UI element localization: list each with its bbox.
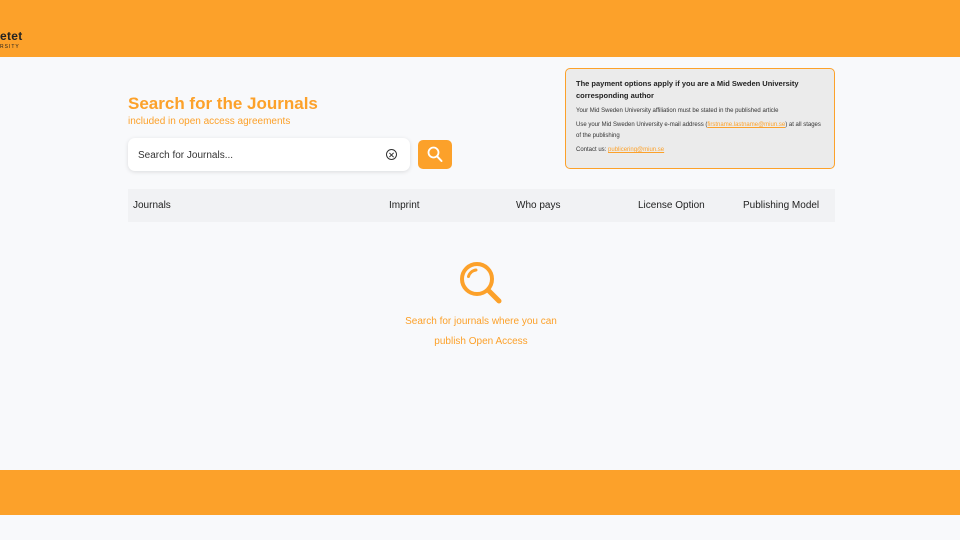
search-input[interactable] bbox=[138, 145, 378, 165]
column-header-license-option[interactable]: License Option bbox=[638, 200, 705, 211]
empty-state-line-2: publish Open Access bbox=[434, 336, 528, 347]
footer-bar bbox=[0, 470, 960, 515]
page-subtitle: included in open access agreements bbox=[128, 116, 291, 127]
info-contact-prefix: Contact us: bbox=[576, 147, 609, 153]
column-header-journals[interactable]: Journals bbox=[133, 200, 171, 211]
contact-email-link[interactable]: publicering@miun.se bbox=[608, 147, 664, 153]
page-title: Search for the Journals bbox=[128, 94, 318, 113]
clear-icon[interactable] bbox=[386, 149, 397, 160]
info-contact-text: Contact us: publicering@miun.se bbox=[576, 145, 824, 156]
logo-subtitle: RSITY bbox=[0, 44, 20, 50]
email-format-link[interactable]: firstname.lastname@miun.se bbox=[707, 122, 785, 128]
search-icon bbox=[460, 262, 502, 304]
logo-name: etet bbox=[0, 29, 23, 43]
top-header-bar: etet RSITY bbox=[0, 0, 960, 57]
university-logo[interactable]: etet RSITY bbox=[0, 30, 23, 50]
payment-info-box: The payment options apply if you are a M… bbox=[565, 68, 835, 169]
column-header-publishing-model[interactable]: Publishing Model bbox=[743, 200, 819, 211]
search-button[interactable] bbox=[418, 140, 452, 169]
search-icon bbox=[427, 146, 443, 162]
empty-state-message: Search for journals where you can publis… bbox=[380, 312, 582, 352]
info-email-prefix: Use your Mid Sweden University e-mail ad… bbox=[576, 122, 708, 128]
empty-state-line-1: Search for journals where you can bbox=[405, 316, 557, 327]
info-affiliation-text: Your Mid Sweden University affiliation m… bbox=[576, 108, 779, 114]
table-header: Journals Imprint Who pays License Option… bbox=[128, 189, 835, 222]
search-box bbox=[128, 138, 410, 171]
column-header-who-pays[interactable]: Who pays bbox=[516, 200, 560, 211]
info-email-text: Use your Mid Sweden University e-mail ad… bbox=[576, 120, 824, 142]
column-header-imprint[interactable]: Imprint bbox=[389, 200, 420, 211]
info-title: The payment options apply if you are a M… bbox=[576, 79, 799, 100]
